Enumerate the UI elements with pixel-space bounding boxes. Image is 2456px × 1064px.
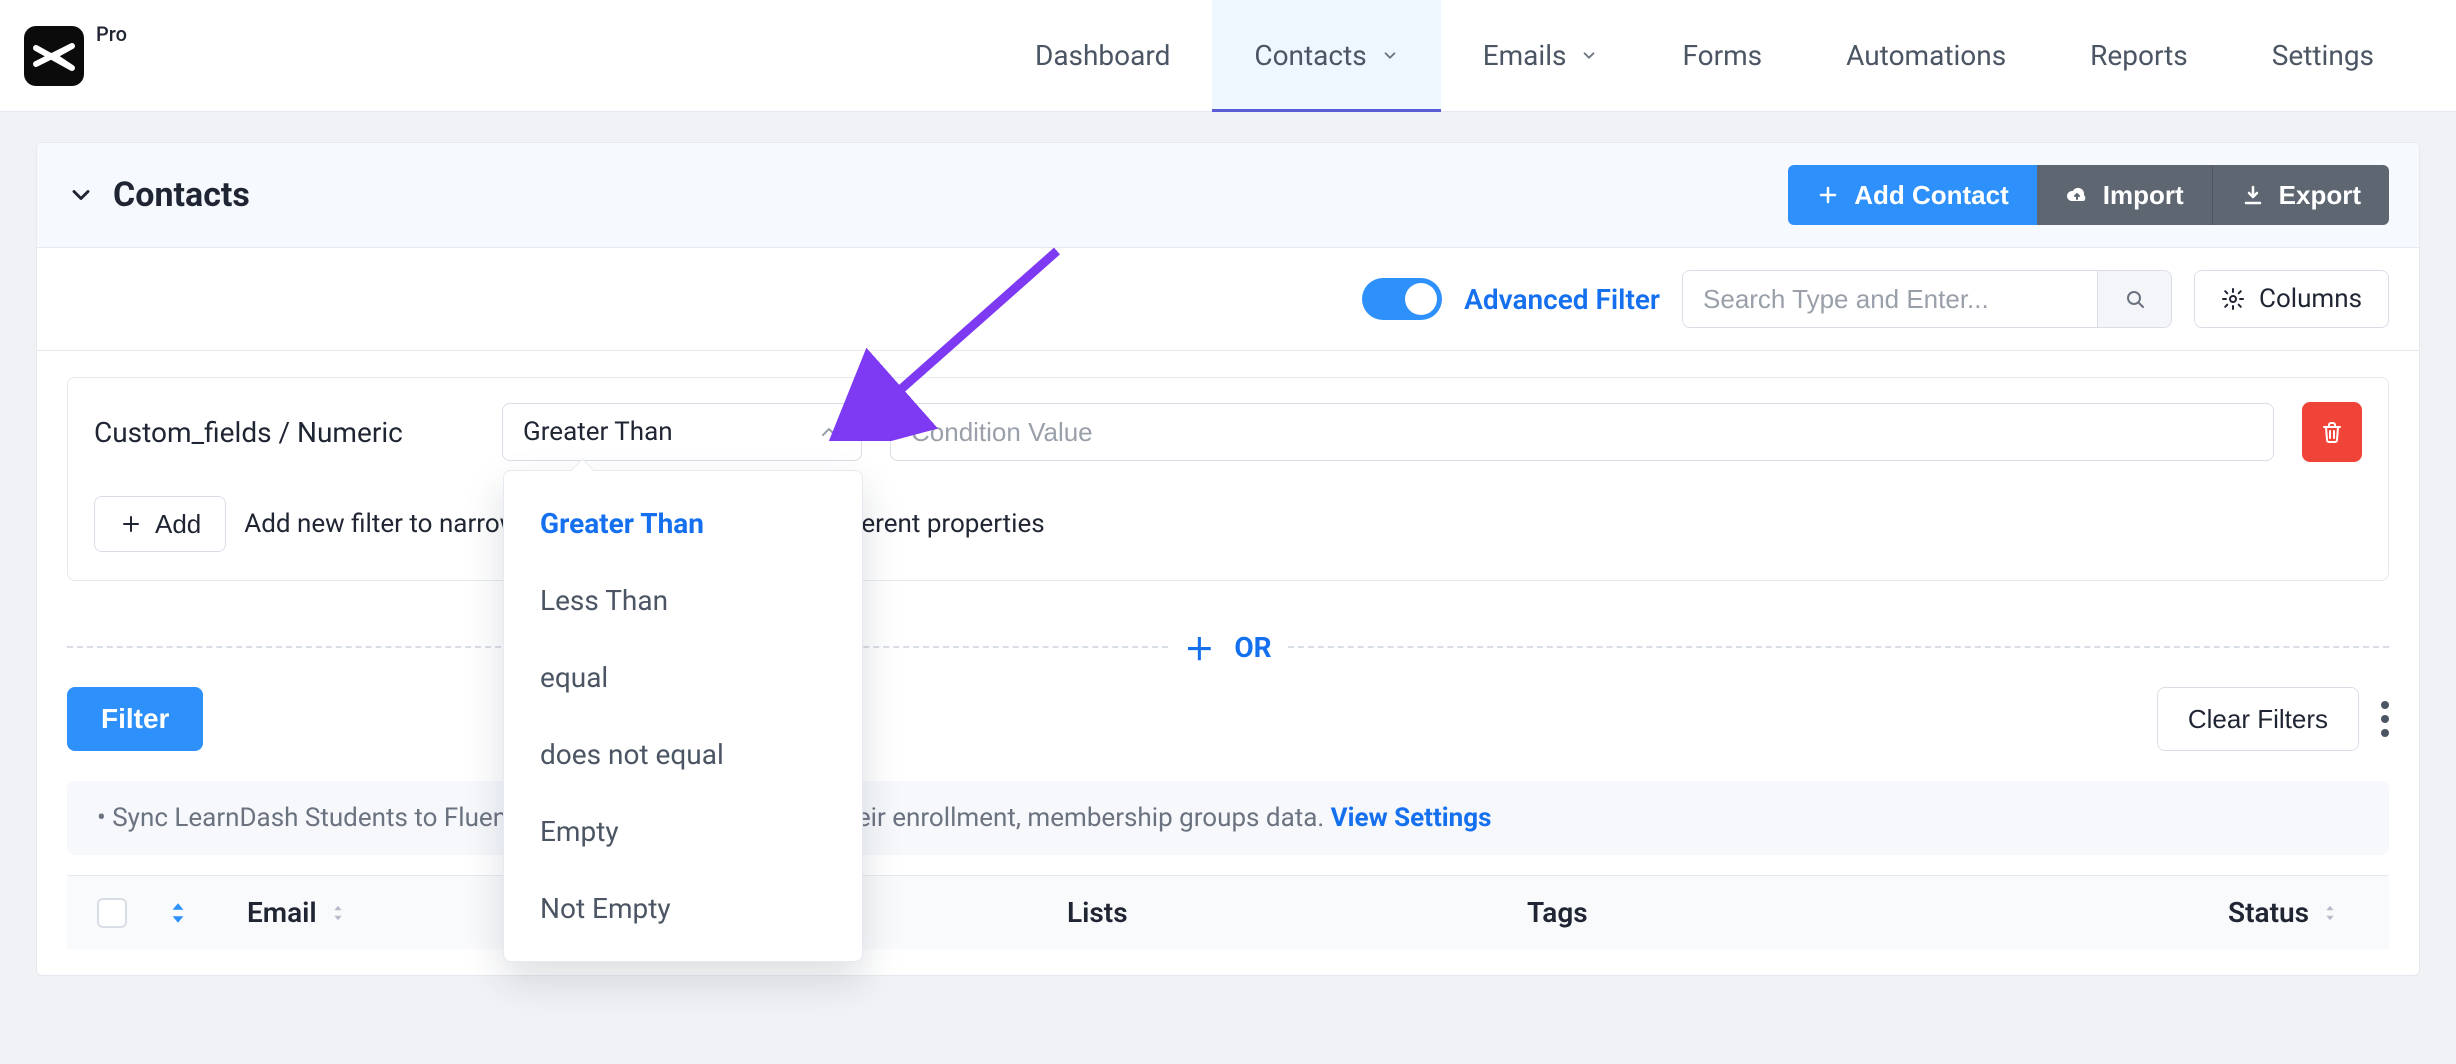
gear-icon: [2221, 287, 2245, 311]
panel-header: Contacts Add Contact Import Export: [37, 143, 2419, 248]
brand-logo: [24, 26, 84, 86]
button-label: Add: [155, 509, 201, 540]
primary-sort-button[interactable]: [167, 900, 247, 926]
button-label: Add Contact: [1854, 180, 2009, 211]
clear-filters-button[interactable]: Clear Filters: [2157, 687, 2359, 751]
column-label: Status: [2228, 896, 2309, 929]
filter-field-label: Custom_fields / Numeric: [94, 416, 474, 449]
operator-dropdown: Greater Than Less Than equal does not eq…: [503, 470, 863, 962]
import-button[interactable]: Import: [2037, 165, 2212, 225]
operator-option[interactable]: Greater Than: [504, 485, 862, 562]
nav-label: Settings: [2272, 39, 2374, 72]
download-icon: [2241, 183, 2265, 207]
nav-emails[interactable]: Emails: [1441, 0, 1641, 112]
chevron-down-icon[interactable]: [67, 181, 95, 209]
nav-dashboard[interactable]: Dashboard: [993, 0, 1212, 112]
or-divider[interactable]: ＋ OR: [67, 625, 2389, 669]
search-button[interactable]: [2097, 271, 2171, 327]
sync-info-banner: • Sync LearnDash Students to FluentCRM a…: [67, 781, 2389, 855]
nav-label: Automations: [1846, 39, 2006, 72]
chevron-down-icon: [1580, 47, 1598, 65]
button-label: Import: [2103, 180, 2184, 211]
button-label: Columns: [2259, 284, 2362, 314]
button-label: Export: [2279, 180, 2361, 211]
plus-icon: [119, 512, 143, 536]
select-value: Greater Than: [523, 417, 673, 447]
delete-condition-button[interactable]: [2302, 402, 2362, 462]
filter-group: Custom_fields / Numeric Greater Than Gre…: [67, 377, 2389, 581]
advanced-filter-label: Advanced Filter: [1464, 283, 1660, 316]
nav-settings[interactable]: Settings: [2230, 0, 2416, 112]
nav-label: Contacts: [1254, 39, 1366, 72]
filter-actions: Filter Clear Filters: [67, 687, 2389, 751]
columns-button[interactable]: Columns: [2194, 270, 2389, 328]
sort-icon: [2321, 902, 2339, 924]
chevron-down-icon: [1381, 47, 1399, 65]
filter-builder: Custom_fields / Numeric Greater Than Gre…: [37, 351, 2419, 975]
select-all-checkbox[interactable]: [97, 898, 127, 928]
search-icon: [2123, 287, 2147, 311]
condition-value-input[interactable]: [890, 403, 2274, 461]
advanced-filter-toggle[interactable]: [1362, 278, 1442, 320]
brand: Pro: [0, 26, 167, 86]
apply-filter-button[interactable]: Filter: [67, 687, 203, 751]
column-label: Tags: [1527, 896, 1588, 929]
export-button[interactable]: Export: [2212, 165, 2389, 225]
chevron-up-icon: [817, 420, 841, 444]
nav-label: Forms: [1682, 39, 1762, 72]
nav-label: Reports: [2090, 39, 2188, 72]
nav-reports[interactable]: Reports: [2048, 0, 2230, 112]
search-field: [1682, 270, 2172, 328]
cloud-upload-icon: [2065, 183, 2089, 207]
plus-icon: [1816, 183, 1840, 207]
panel-actions: Add Contact Import Export: [1788, 165, 2389, 225]
more-actions-button[interactable]: [2381, 701, 2389, 737]
operator-option[interactable]: Not Empty: [504, 870, 862, 947]
trash-icon: [2320, 420, 2344, 444]
nav-forms[interactable]: Forms: [1640, 0, 1804, 112]
add-filter-row: Add Add new filter to narrow down your d…: [94, 496, 2362, 552]
operator-option[interactable]: Less Than: [504, 562, 862, 639]
column-status[interactable]: Status: [2067, 896, 2359, 929]
add-contact-button[interactable]: Add Contact: [1788, 165, 2037, 225]
contacts-table-header: Email Name Lists Tags Status: [67, 875, 2389, 949]
page-title: Contacts: [113, 175, 250, 215]
nav-automations[interactable]: Automations: [1804, 0, 2048, 112]
nav-label: Emails: [1483, 39, 1567, 72]
search-input[interactable]: [1683, 284, 2097, 315]
column-label: Email: [247, 896, 317, 929]
operator-option[interactable]: does not equal: [504, 716, 862, 793]
column-tags[interactable]: Tags: [1527, 896, 2067, 929]
sort-icon: [329, 902, 347, 924]
column-lists[interactable]: Lists: [1067, 896, 1527, 929]
contacts-panel: Contacts Add Contact Import Export Adv: [36, 142, 2420, 976]
column-label: Lists: [1067, 896, 1128, 929]
sort-arrows-icon: [167, 900, 189, 926]
view-settings-link[interactable]: View Settings: [1331, 803, 1492, 833]
filter-condition-row: Custom_fields / Numeric Greater Than Gre…: [94, 402, 2362, 462]
page: Contacts Add Contact Import Export Adv: [0, 112, 2456, 976]
nav-label: Dashboard: [1035, 39, 1170, 72]
operator-option[interactable]: equal: [504, 639, 862, 716]
operator-option[interactable]: Empty: [504, 793, 862, 870]
top-nav: Pro Dashboard Contacts Emails Forms Auto…: [0, 0, 2456, 112]
toolbar: Advanced Filter Columns: [37, 248, 2419, 351]
brand-tier-label: Pro: [96, 22, 127, 46]
main-nav: Dashboard Contacts Emails Forms Automati…: [993, 0, 2456, 112]
plus-icon: ＋: [1184, 625, 1214, 669]
nav-contacts[interactable]: Contacts: [1212, 0, 1440, 112]
or-label: OR: [1234, 631, 1271, 664]
add-filter-button[interactable]: Add: [94, 496, 226, 552]
operator-select[interactable]: Greater Than Greater Than Less Than equa…: [502, 403, 862, 461]
